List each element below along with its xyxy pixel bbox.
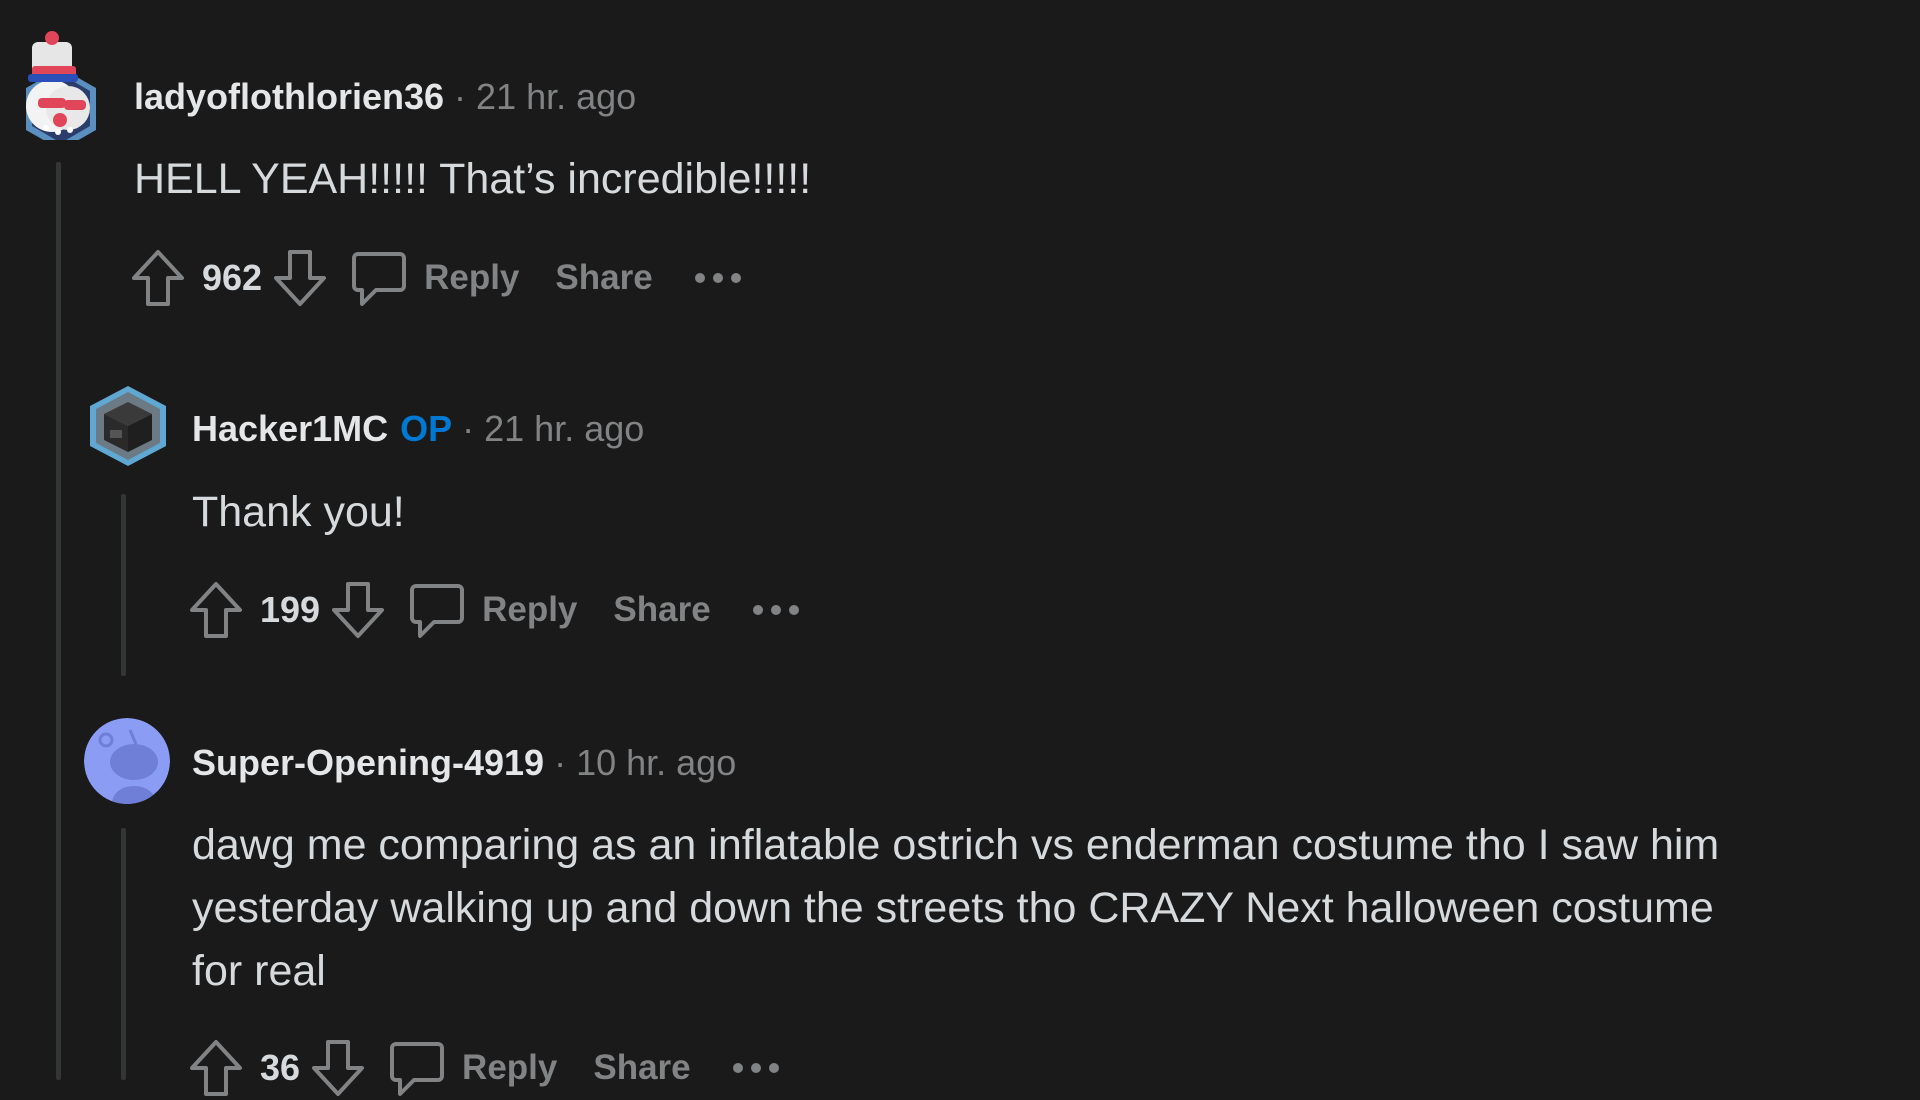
- separator-dot: ·: [554, 742, 567, 783]
- ellipsis-icon: [752, 605, 799, 615]
- reply-button[interactable]: Reply: [388, 1038, 557, 1098]
- reply-label: Reply: [462, 1048, 558, 1087]
- share-button[interactable]: Share: [613, 590, 710, 630]
- op-badge: OP: [400, 408, 453, 449]
- comment-header: Hacker1MC OP · 21 hr. ago: [192, 408, 644, 450]
- comment-actions: 199 Reply Share: [188, 578, 801, 642]
- comment-actions: 962 Reply Share: [130, 246, 743, 310]
- share-button[interactable]: Share: [555, 258, 652, 298]
- timestamp[interactable]: 21 hr. ago: [484, 408, 644, 450]
- comment-bubble-icon: [350, 248, 408, 308]
- thread-line-reply-2[interactable]: [121, 828, 126, 1080]
- reply-button[interactable]: Reply: [350, 248, 519, 308]
- comment-body: dawg me comparing as an inflatable ostri…: [192, 821, 1720, 995]
- thread-line-reply-1[interactable]: [121, 494, 126, 676]
- avatar[interactable]: [84, 718, 170, 804]
- comment-actions: 36 Reply Share: [188, 1036, 781, 1100]
- ellipsis-icon: [694, 273, 741, 283]
- comment-body: HELL YEAH!!!!! That’s incredible!!!!!: [134, 155, 812, 203]
- reply-button[interactable]: Reply: [408, 580, 577, 640]
- avatar-image: [26, 31, 96, 140]
- vote-count: 962: [202, 257, 263, 298]
- timestamp[interactable]: 21 hr. ago: [476, 76, 636, 118]
- avatar-image: [84, 718, 170, 804]
- more-options-button[interactable]: [731, 1061, 781, 1075]
- username[interactable]: Super-Opening-4919: [192, 742, 544, 784]
- ellipsis-icon: [732, 1063, 779, 1073]
- username[interactable]: ladyoflothlorien36: [134, 76, 444, 118]
- upvote-icon[interactable]: [188, 580, 244, 640]
- upvote-icon[interactable]: [188, 1038, 244, 1098]
- more-options-button[interactable]: [693, 271, 743, 285]
- downvote-icon[interactable]: [310, 1038, 366, 1098]
- share-button[interactable]: Share: [593, 1048, 690, 1088]
- avatar[interactable]: [86, 384, 170, 468]
- comment-bubble-icon: [388, 1038, 446, 1098]
- comment-body: Thank you!: [192, 488, 405, 536]
- downvote-icon[interactable]: [330, 580, 386, 640]
- thread-line-root[interactable]: [56, 162, 61, 1080]
- reply-label: Reply: [424, 258, 520, 297]
- comment-header: Super-Opening-4919 · 10 hr. ago: [192, 742, 736, 784]
- separator-dot: ·: [454, 76, 467, 117]
- avatar-image: [90, 386, 166, 466]
- reply-label: Reply: [482, 590, 578, 629]
- upvote-icon[interactable]: [130, 248, 186, 308]
- comment-header: ladyoflothlorien36 · 21 hr. ago: [134, 76, 636, 118]
- vote-count: 36: [260, 1047, 301, 1088]
- timestamp[interactable]: 10 hr. ago: [576, 742, 736, 784]
- avatar[interactable]: [18, 28, 104, 140]
- downvote-icon[interactable]: [272, 248, 328, 308]
- username[interactable]: Hacker1MC: [192, 408, 388, 450]
- comment-bubble-icon: [408, 580, 466, 640]
- vote-count: 199: [260, 589, 321, 630]
- separator-dot: ·: [462, 408, 475, 449]
- more-options-button[interactable]: [751, 603, 801, 617]
